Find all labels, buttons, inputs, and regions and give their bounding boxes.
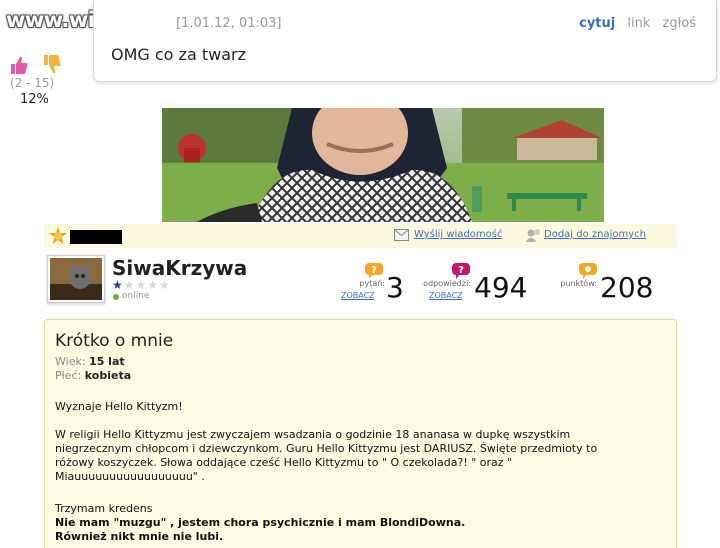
posted-photo: [162, 108, 604, 222]
thumbs-down-icon[interactable]: [40, 52, 64, 76]
about-p3-l2: Nie mam "muzgu" , jestem chora psychiczn…: [55, 516, 466, 529]
permalink-link[interactable]: link: [627, 16, 650, 31]
about-title: Krótko o mnie: [55, 331, 174, 351]
about-p2-l3: różowy koszyczek. Słowa oddające cześć H…: [55, 456, 513, 469]
rating-star-filled: ★: [112, 278, 124, 292]
gender-row: Płeć: kobieta: [55, 369, 131, 382]
question-icon: ?: [365, 263, 383, 279]
answer-icon: ?: [452, 263, 470, 279]
about-p1: Wyznaje Hello Kittyzm!: [55, 400, 183, 413]
comment-text: OMG co za twarz: [111, 45, 246, 64]
vote-percent: 12%: [20, 92, 49, 107]
vote-count: (2 - 15): [10, 76, 55, 90]
answers-view-link[interactable]: ZOBACZ: [429, 291, 463, 300]
username[interactable]: SiwaKrzywa: [112, 256, 247, 280]
about-p3-l3: Również nikt mnie nie lubi.: [55, 530, 224, 543]
about-p2-l4: Miauuuuuuuuuuuuuuuuu" .: [55, 470, 205, 483]
comment-date: [1.01.12, 01:03]: [176, 16, 282, 31]
thumbs-up-icon[interactable]: [8, 54, 30, 76]
points-icon: [579, 263, 597, 279]
profile-strip: Wyślij wiadomość Dodaj do znajomych: [44, 224, 677, 248]
avatar[interactable]: [47, 255, 105, 303]
about-p2-l1: W religii Hello Kittyzmu jest zwyczajem …: [55, 428, 571, 441]
answers-count: 494: [474, 271, 528, 304]
rating-star-empty: ★★★★: [123, 278, 171, 292]
questions-label: pytań:: [359, 279, 385, 288]
answers-label: odpowiedzi:: [423, 279, 471, 288]
points-count: 208: [600, 271, 654, 304]
censored-username: [70, 230, 122, 244]
add-friend-icon[interactable]: [525, 228, 541, 242]
svg-text:?: ?: [371, 265, 377, 276]
add-friend-link[interactable]: Dodaj do znajomych: [544, 229, 646, 240]
about-section: Krótko o mnie Wiek: 15 lat Płeć: kobieta…: [44, 319, 677, 548]
online-status-dot: [113, 294, 119, 300]
report-link[interactable]: zgłoś: [663, 16, 697, 31]
avatar-image: [50, 258, 102, 300]
sun-badge-icon: [49, 227, 67, 244]
about-p3-l1: Trzymam kredens: [55, 502, 153, 515]
points-label: punktów:: [560, 279, 597, 288]
comment-box: [1.01.12, 01:03] cytuj link zgłoś: [93, 0, 717, 82]
age-row: Wiek: 15 lat: [55, 355, 125, 368]
gender-value: kobieta: [84, 369, 132, 382]
age-value: 15 lat: [89, 355, 125, 368]
questions-view-link[interactable]: ZOBACZ: [341, 291, 375, 300]
online-status: online: [122, 291, 150, 301]
quote-link[interactable]: cytuj: [579, 16, 615, 31]
svg-text:?: ?: [458, 265, 464, 276]
rating-stars: ★★★★★: [112, 278, 171, 292]
comment-actions: cytuj link zgłoś: [571, 16, 696, 31]
gender-label: Płeć:: [55, 369, 82, 382]
questions-count: 3: [386, 271, 404, 304]
send-message-link[interactable]: Wyślij wiadomość: [414, 229, 502, 240]
age-label: Wiek:: [55, 355, 86, 368]
envelope-icon[interactable]: [394, 229, 409, 241]
about-p2-l2: niegrzecznym chłopcom i dziewczynkom. Gu…: [55, 442, 598, 455]
